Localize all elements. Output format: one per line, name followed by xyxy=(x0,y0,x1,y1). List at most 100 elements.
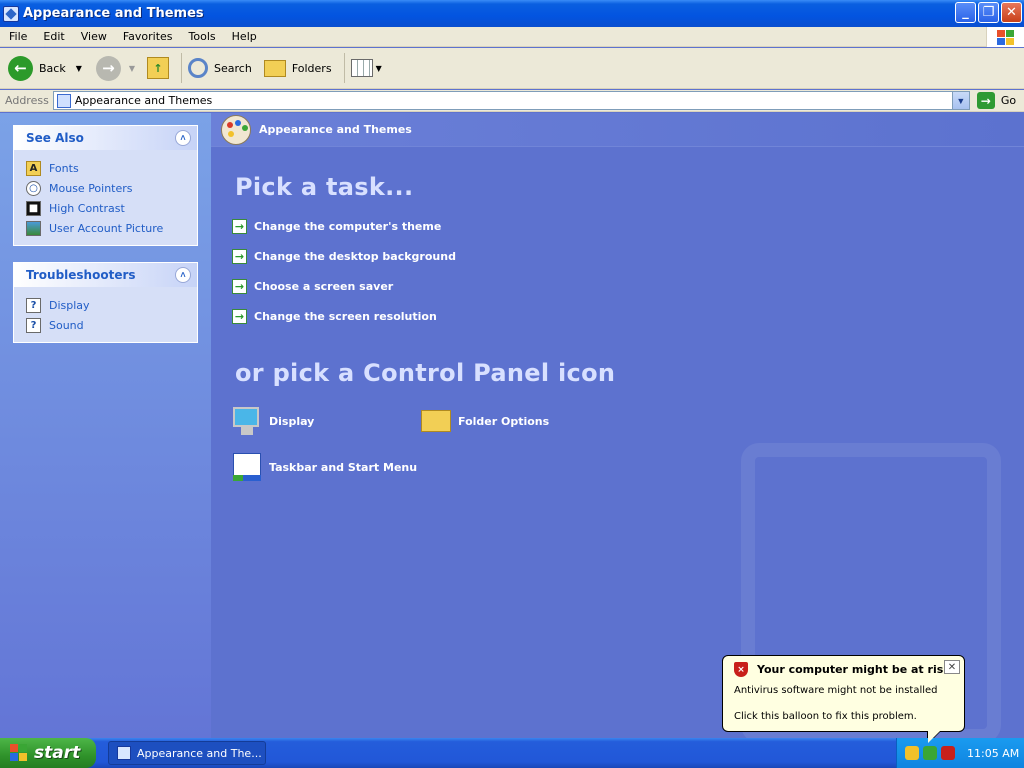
cp-icon-taskbar-start-menu[interactable]: Taskbar and Start Menu xyxy=(231,451,417,483)
forward-arrow-icon: → xyxy=(95,55,121,81)
address-value: Appearance and Themes xyxy=(74,94,213,107)
menu-bar: File Edit View Favorites Tools Help xyxy=(0,27,1024,47)
taskbar: start Appearance and The... 11:05 AM xyxy=(0,738,1024,768)
menu-edit[interactable]: Edit xyxy=(34,30,71,43)
troubleshooters-title: Troubleshooters xyxy=(26,268,136,282)
back-button[interactable]: ← Back ▼ xyxy=(8,55,82,81)
network-icon[interactable] xyxy=(923,746,937,760)
left-task-pane: See Also ˄ A Fonts ○ Mouse Pointers ■ Hi… xyxy=(0,113,211,738)
link-user-account-picture[interactable]: User Account Picture xyxy=(26,218,197,238)
security-center-icon[interactable] xyxy=(905,746,919,760)
start-label: start xyxy=(34,743,81,763)
security-shield-icon: × xyxy=(734,662,748,677)
go-button[interactable]: → Go xyxy=(976,92,1016,109)
link-troubleshoot-display[interactable]: ? Display xyxy=(26,295,197,315)
search-button[interactable]: Search xyxy=(188,58,252,78)
display-icon xyxy=(231,405,263,437)
balloon-title: Your computer might be at risk xyxy=(757,663,951,676)
link-troubleshoot-display-label: Display xyxy=(49,298,90,312)
go-arrow-icon: → xyxy=(976,92,995,109)
start-button[interactable]: start xyxy=(0,738,96,768)
task-change-theme-label: Change the computer's theme xyxy=(254,220,442,233)
balloon-line-1: Antivirus software might not be installe… xyxy=(734,685,938,696)
security-balloon[interactable]: × Your computer might be at risk ✕ Antiv… xyxy=(722,655,965,745)
mouse-icon: ○ xyxy=(26,180,41,196)
collapse-chevron-icon[interactable]: ˄ xyxy=(175,267,191,283)
menu-file[interactable]: File xyxy=(0,30,34,43)
troubleshooters-header[interactable]: Troubleshooters ˄ xyxy=(14,263,197,287)
address-label: Address xyxy=(5,94,49,107)
folders-label: Folders xyxy=(291,61,332,75)
pick-icon-heading: or pick a Control Panel icon xyxy=(235,359,616,387)
task-change-theme[interactable]: → Change the computer's theme xyxy=(232,219,441,234)
pick-task-heading: Pick a task... xyxy=(235,173,414,201)
task-change-desktop-background[interactable]: → Change the desktop background xyxy=(232,249,456,264)
forward-button[interactable]: → ▼ xyxy=(95,55,135,81)
task-arrow-icon: → xyxy=(232,249,247,264)
minimize-button[interactable]: _ xyxy=(955,2,976,23)
collapse-chevron-icon[interactable]: ˄ xyxy=(175,130,191,146)
back-arrow-icon: ← xyxy=(8,55,33,81)
see-also-title: See Also xyxy=(26,131,84,145)
back-label: Back xyxy=(39,61,66,75)
task-arrow-icon: → xyxy=(232,219,247,234)
control-panel-icon xyxy=(56,93,71,108)
menu-tools[interactable]: Tools xyxy=(180,30,223,43)
address-input[interactable]: Appearance and Themes ▼ xyxy=(52,91,970,110)
category-title: Appearance and Themes xyxy=(259,123,412,136)
cp-icon-folder-options[interactable]: Folder Options xyxy=(420,405,549,437)
link-troubleshoot-sound-label: Sound xyxy=(49,318,84,332)
windows-flag-icon xyxy=(10,744,28,762)
back-dropdown-icon[interactable]: ▼ xyxy=(76,64,82,73)
toolbar-separator xyxy=(343,53,345,83)
link-high-contrast-label: High Contrast xyxy=(49,201,125,215)
balloon-header: × Your computer might be at risk xyxy=(734,662,951,677)
window-icon[interactable] xyxy=(3,5,19,22)
task-choose-screen-saver[interactable]: → Choose a screen saver xyxy=(232,279,393,294)
cp-icon-display[interactable]: Display xyxy=(231,405,314,437)
address-bar: Address Appearance and Themes ▼ → Go xyxy=(0,90,1024,112)
menu-help[interactable]: Help xyxy=(223,30,264,43)
views-icon xyxy=(350,59,373,77)
main-content: Appearance and Themes Pick a task... → C… xyxy=(211,113,1024,738)
folders-button[interactable]: Folders xyxy=(263,59,332,77)
address-dropdown-icon[interactable]: ▼ xyxy=(951,92,969,109)
folder-options-icon xyxy=(420,405,452,437)
menu-view[interactable]: View xyxy=(72,30,114,43)
fonts-folder-icon: A xyxy=(26,160,41,176)
help-icon: ? xyxy=(26,317,41,333)
link-user-account-picture-label: User Account Picture xyxy=(49,221,164,235)
clock[interactable]: 11:05 AM xyxy=(967,747,1019,760)
views-button[interactable]: ▼ xyxy=(350,59,382,77)
window-icon xyxy=(117,746,131,760)
task-choose-screen-saver-label: Choose a screen saver xyxy=(254,280,394,293)
restore-button[interactable]: ❐ xyxy=(978,2,999,23)
taskbar-window-button[interactable]: Appearance and The... xyxy=(108,741,266,765)
cp-icon-taskbar-start-menu-label: Taskbar and Start Menu xyxy=(269,460,418,474)
link-fonts[interactable]: A Fonts xyxy=(26,158,197,178)
up-folder-button[interactable]: ↑ xyxy=(147,57,170,79)
balloon-line-2: Click this balloon to fix this problem. xyxy=(734,711,917,722)
search-label: Search xyxy=(214,61,252,75)
task-change-screen-resolution[interactable]: → Change the screen resolution xyxy=(232,309,437,324)
views-dropdown-icon: ▼ xyxy=(375,63,382,73)
close-button[interactable]: ✕ xyxy=(1001,2,1022,23)
menu-favorites[interactable]: Favorites xyxy=(114,30,180,43)
see-also-panel: See Also ˄ A Fonts ○ Mouse Pointers ■ Hi… xyxy=(13,125,198,246)
link-troubleshoot-sound[interactable]: ? Sound xyxy=(26,315,197,335)
windows-logo-icon xyxy=(986,27,1024,47)
cp-icon-display-label: Display xyxy=(269,414,315,428)
balloon-close-button[interactable]: ✕ xyxy=(944,660,960,674)
help-icon: ? xyxy=(26,297,41,313)
title-bar[interactable]: Appearance and Themes _ ❐ ✕ xyxy=(0,0,1024,27)
forward-dropdown-icon[interactable]: ▼ xyxy=(129,64,135,73)
toolbar-separator xyxy=(181,53,183,83)
window-title: Appearance and Themes xyxy=(23,6,204,21)
security-alert-icon[interactable] xyxy=(941,746,955,760)
troubleshooters-panel: Troubleshooters ˄ ? Display ? Sound xyxy=(13,262,198,343)
task-arrow-icon: → xyxy=(232,279,247,294)
link-high-contrast[interactable]: ■ High Contrast xyxy=(26,198,197,218)
link-mouse-pointers[interactable]: ○ Mouse Pointers xyxy=(26,178,197,198)
see-also-header[interactable]: See Also ˄ xyxy=(14,126,197,150)
cp-icon-folder-options-label: Folder Options xyxy=(458,414,550,428)
